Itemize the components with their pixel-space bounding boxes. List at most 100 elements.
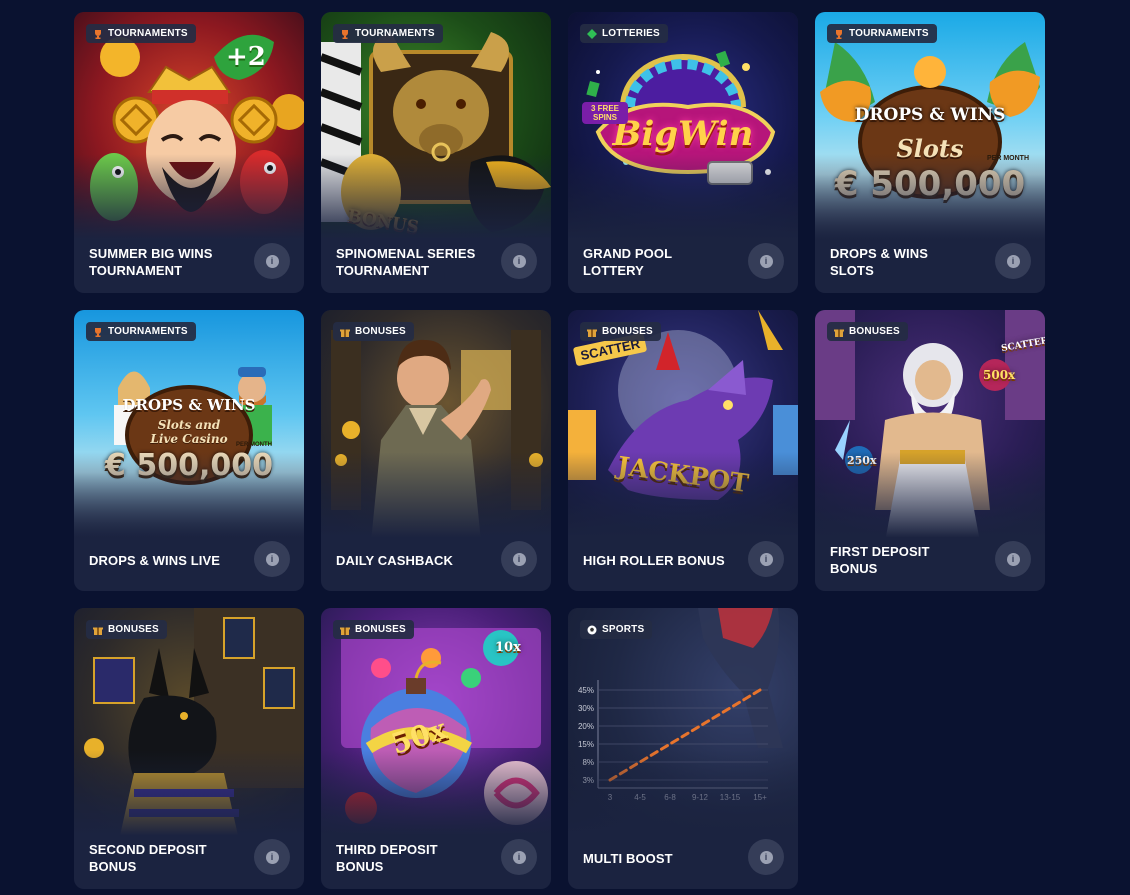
art-bonus-label: +2 (226, 42, 266, 72)
art-amount: € 500,000 (834, 164, 1026, 204)
info-icon: i (759, 850, 773, 864)
chart-y-tick-label: 8% (582, 758, 594, 767)
info-icon: i (512, 850, 526, 864)
promo-card-daily-cashback[interactable]: BONUSES DAILY CASHBACK i (321, 310, 551, 591)
trophy-icon (95, 327, 101, 337)
promo-card-drops-wins-live[interactable]: DROPS & WINS Slots and Live Casino € 500… (74, 310, 304, 591)
trophy-icon (95, 29, 101, 39)
promo-card-first-deposit-bonus[interactable]: SCATTER 500x 250x BONUSES FIRST DEPOSIT … (815, 310, 1045, 591)
gift-icon (340, 627, 350, 635)
promo-art: DROPS & WINS Slots and Live Casino € 500… (74, 310, 304, 542)
promo-title: SECOND DEPOSIT BONUS (89, 842, 207, 874)
chart-x-tick-label: 15+ (753, 793, 767, 802)
promo-title: HIGH ROLLER BONUS (583, 552, 725, 568)
gift-icon (340, 329, 350, 337)
info-button[interactable]: i (748, 243, 784, 279)
info-icon: i (265, 850, 279, 864)
promo-card-spinomenal-series[interactable]: BONUS TOURNAMENTS SPINOMENAL SERIES TOUR… (321, 12, 551, 293)
art-multiplier-250: 250x (847, 454, 877, 467)
promo-title: SPINOMENAL SERIES TOURNAMENT (336, 246, 476, 278)
chart-y-tick-label: 3% (582, 776, 594, 785)
chart-y-tick-label: 45% (578, 686, 594, 695)
chart-y-tick-label: 15% (578, 740, 594, 749)
art-sub-text: Slots (896, 134, 964, 163)
promo-card-summer-big-wins[interactable]: +2 TOURNAMENTS SUMMER BIG WINS TOURNAMEN… (74, 12, 304, 293)
category-label: TOURNAMENTS (849, 28, 929, 39)
promo-art: 50x 10x (321, 608, 551, 840)
info-button[interactable]: i (254, 541, 290, 577)
promo-card-grand-pool-lottery[interactable]: BigWin 3 FREE SPINS LOTTERIES GRAND POOL… (568, 12, 798, 293)
promo-art: DROPS & WINS Slots € 500,000 PER MONTH (815, 12, 1045, 244)
promo-art: BigWin 3 FREE SPINS (568, 12, 798, 244)
promo-title: GRAND POOL LOTTERY (583, 246, 672, 278)
promo-art (321, 310, 551, 542)
promo-art: SCATTER 500x 250x (815, 310, 1045, 542)
category-label: LOTTERIES (602, 28, 660, 39)
chart-x-tick-label: 4-5 (634, 793, 646, 802)
promo-card-second-deposit-bonus[interactable]: BONUSES SECOND DEPOSIT BONUS i (74, 608, 304, 889)
art-note: PER MONTH (236, 442, 272, 448)
category-label: BONUSES (849, 326, 900, 337)
gift-icon (587, 329, 597, 337)
art-free-spins: 3 FREE SPINS (582, 102, 628, 124)
promo-art (74, 608, 304, 840)
info-icon: i (759, 254, 773, 268)
info-icon: i (512, 552, 526, 566)
info-button[interactable]: i (254, 243, 290, 279)
info-icon: i (1006, 254, 1020, 268)
promo-card-third-deposit-bonus[interactable]: 50x 10x BONUSES THIRD DEPOSIT BONUS i (321, 608, 551, 889)
soccer-ball-icon (587, 625, 597, 634)
info-button[interactable]: i (995, 243, 1031, 279)
category-badge: TOURNAMENTS (827, 24, 937, 43)
promo-card-high-roller-bonus[interactable]: SCATTER JACKPOT BONUSES HIGH ROLLER BONU… (568, 310, 798, 591)
chart-x-tick-label: 3 (608, 793, 613, 802)
chart-x-tick-label: 13-15 (720, 793, 741, 802)
promo-title: SUMMER BIG WINS TOURNAMENT (89, 246, 213, 278)
diamond-icon (587, 28, 597, 39)
trophy-icon (342, 29, 348, 39)
category-label: BONUSES (355, 624, 406, 635)
category-label: BONUSES (108, 624, 159, 635)
art-amount: € 500,000 (105, 448, 273, 483)
category-label: TOURNAMENTS (108, 28, 188, 39)
category-label: TOURNAMENTS (355, 28, 435, 39)
category-badge: BONUSES (827, 322, 908, 341)
promo-art: 3% 8% 15% 20% 30% 45% 3 4-5 6-8 9-12 13-15 15+ (568, 608, 798, 840)
promo-art: SCATTER JACKPOT (568, 310, 798, 542)
promo-title: FIRST DEPOSIT BONUS (830, 544, 930, 576)
info-button[interactable]: i (748, 839, 784, 875)
art-jackpot: JACKPOT (615, 450, 751, 499)
info-icon: i (265, 552, 279, 566)
art-multiplier-500: 500x (983, 368, 1016, 382)
chart-x-tick-label: 9-12 (692, 793, 709, 802)
info-button[interactable]: i (501, 243, 537, 279)
chart-y-tick-label: 30% (578, 704, 594, 713)
info-button[interactable]: i (501, 839, 537, 875)
promo-card-multi-boost[interactable]: 3% 8% 15% 20% 30% 45% 3 4-5 6-8 9-12 13-15 15+ SPOR… (568, 608, 798, 889)
category-label: BONUSES (602, 326, 653, 337)
info-button[interactable]: i (501, 541, 537, 577)
art-note: PER MONTH (987, 155, 1029, 162)
multi-boost-chart: 3% 8% 15% 20% 30% 45% 3 4-5 6-8 9-12 13-15 15+ (578, 680, 768, 802)
promo-art: +2 (74, 12, 304, 244)
info-icon: i (759, 552, 773, 566)
promo-title: THIRD DEPOSIT BONUS (336, 842, 438, 874)
category-badge: TOURNAMENTS (86, 322, 196, 341)
promotions-grid: +2 TOURNAMENTS SUMMER BIG WINS TOURNAMEN… (74, 12, 1045, 889)
promo-card-drops-wins-slots[interactable]: DROPS & WINS Slots € 500,000 PER MONTH T… (815, 12, 1045, 293)
info-icon: i (265, 254, 279, 268)
category-label: TOURNAMENTS (108, 326, 188, 337)
chart-x-tick-label: 6-8 (664, 793, 676, 802)
category-badge: LOTTERIES (580, 24, 668, 43)
promo-title: DROPS & WINS LIVE (89, 552, 220, 568)
category-badge: BONUSES (333, 620, 414, 639)
category-badge: TOURNAMENTS (86, 24, 196, 43)
info-button[interactable]: i (995, 541, 1031, 577)
gift-icon (93, 627, 103, 635)
info-button[interactable]: i (748, 541, 784, 577)
promo-art: BONUS (321, 12, 551, 244)
info-button[interactable]: i (254, 839, 290, 875)
info-icon: i (1006, 552, 1020, 566)
category-label: BONUSES (355, 326, 406, 337)
art-logo-text: BigWin (612, 114, 754, 154)
